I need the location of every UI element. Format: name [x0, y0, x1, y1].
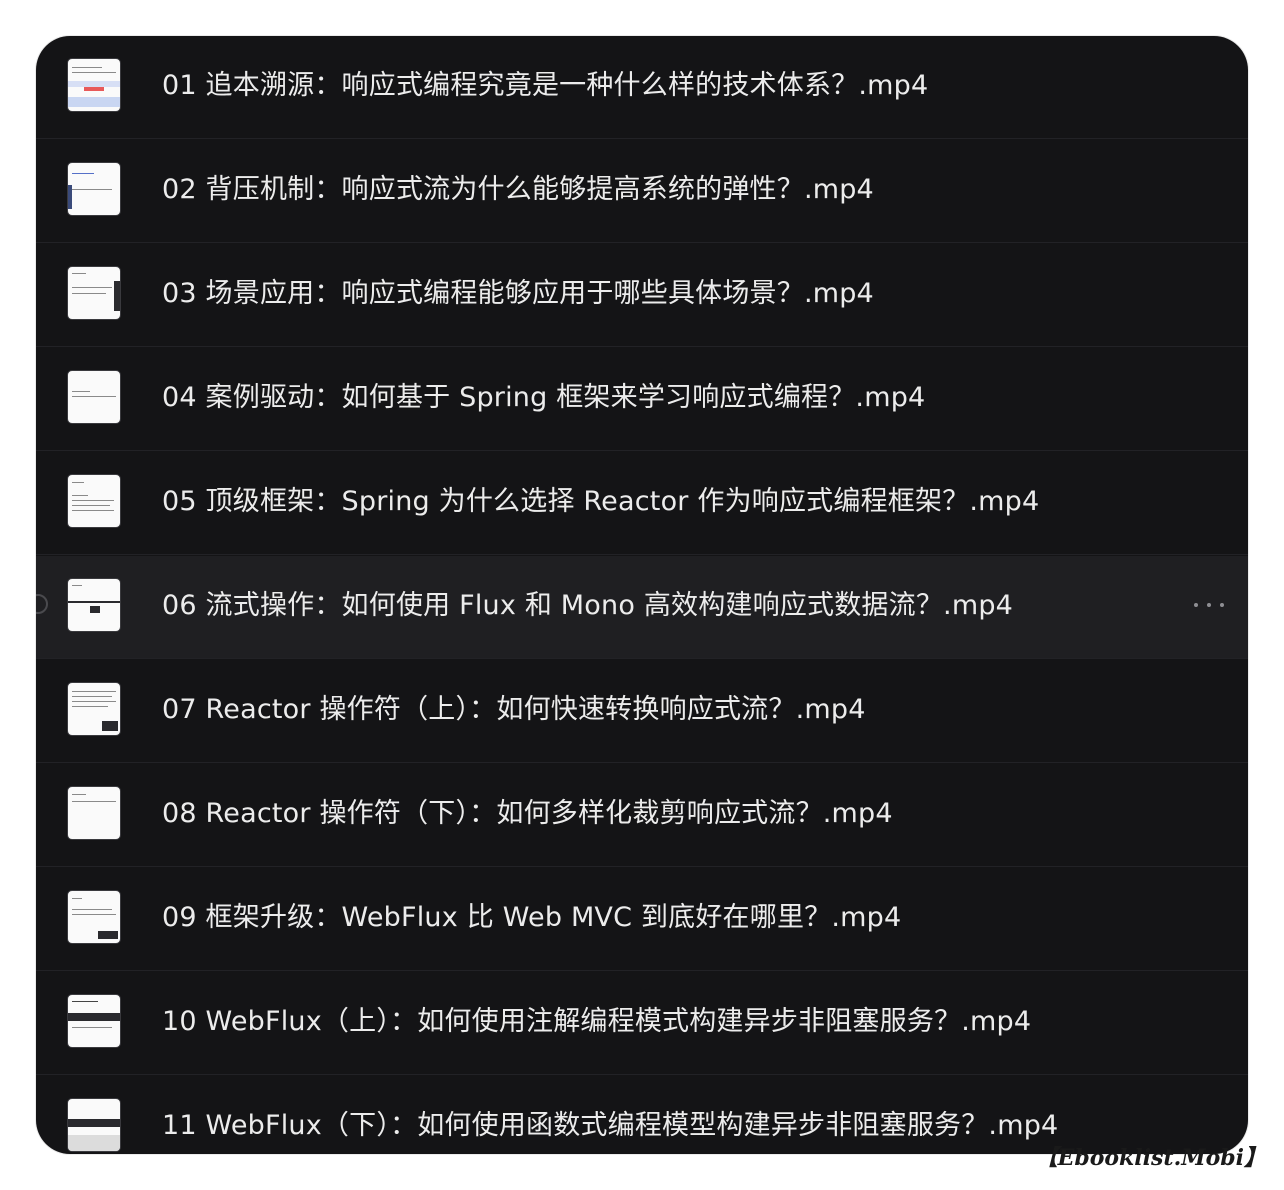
video-thumbnail: [67, 578, 121, 632]
file-name: 08 Reactor 操作符（下）：如何多样化裁剪响应式流？.mp4: [162, 798, 893, 829]
file-name: 07 Reactor 操作符（上）：如何快速转换响应式流？.mp4: [162, 694, 866, 725]
file-row[interactable]: 09 框架升级：WebFlux 比 Web MVC 到底好在哪里？.mp4: [36, 868, 1248, 971]
file-name: 03 场景应用：响应式编程能够应用于哪些具体场景？.mp4: [162, 278, 874, 309]
video-thumbnail: [67, 786, 121, 840]
video-thumbnail: [67, 994, 121, 1048]
file-row-selected[interactable]: 06 流式操作：如何使用 Flux 和 Mono 高效构建响应式数据流？.mp4: [36, 556, 1248, 659]
watermark-text: 【Ebooklist.Mobi】: [1035, 1145, 1266, 1171]
file-name: 06 流式操作：如何使用 Flux 和 Mono 高效构建响应式数据流？.mp4: [162, 590, 1014, 621]
video-thumbnail: [67, 890, 121, 944]
more-options-ellipsis-icon[interactable]: [1194, 592, 1224, 618]
file-row[interactable]: 05 顶级框架：Spring 为什么选择 Reactor 作为响应式编程框架？.…: [36, 452, 1248, 555]
video-thumbnail: [67, 682, 121, 736]
file-name: 10 WebFlux（上）：如何使用注解编程模式构建异步非阻塞服务？.mp4: [162, 1006, 1032, 1037]
video-thumbnail: [67, 266, 121, 320]
file-row[interactable]: 07 Reactor 操作符（上）：如何快速转换响应式流？.mp4: [36, 660, 1248, 763]
file-row[interactable]: 08 Reactor 操作符（下）：如何多样化裁剪响应式流？.mp4: [36, 764, 1248, 867]
video-thumbnail: [67, 370, 121, 424]
file-row[interactable]: 01 追本溯源：响应式编程究竟是一种什么样的技术体系？.mp4: [36, 36, 1248, 139]
video-thumbnail: [67, 1098, 121, 1152]
video-thumbnail: [67, 474, 121, 528]
video-thumbnail: [67, 58, 121, 112]
file-name: 09 框架升级：WebFlux 比 Web MVC 到底好在哪里？.mp4: [162, 902, 902, 933]
file-row[interactable]: 10 WebFlux（上）：如何使用注解编程模式构建异步非阻塞服务？.mp4: [36, 972, 1248, 1075]
file-name: 04 案例驱动：如何基于 Spring 框架来学习响应式编程？.mp4: [162, 382, 926, 413]
selection-radio-icon[interactable]: [36, 594, 48, 614]
file-name: 02 背压机制：响应式流为什么能够提高系统的弹性？.mp4: [162, 174, 874, 205]
video-thumbnail: [67, 162, 121, 216]
file-row[interactable]: 03 场景应用：响应式编程能够应用于哪些具体场景？.mp4: [36, 244, 1248, 347]
file-list-window: 01 追本溯源：响应式编程究竟是一种什么样的技术体系？.mp4 02 背压机制：…: [36, 36, 1248, 1154]
file-row[interactable]: 04 案例驱动：如何基于 Spring 框架来学习响应式编程？.mp4: [36, 348, 1248, 451]
file-name: 05 顶级框架：Spring 为什么选择 Reactor 作为响应式编程框架？.…: [162, 486, 1040, 517]
file-row[interactable]: 02 背压机制：响应式流为什么能够提高系统的弹性？.mp4: [36, 140, 1248, 243]
file-name: 01 追本溯源：响应式编程究竟是一种什么样的技术体系？.mp4: [162, 70, 929, 101]
file-name: 11 WebFlux（下）：如何使用函数式编程模型构建异步非阻塞服务？.mp4: [162, 1110, 1059, 1141]
